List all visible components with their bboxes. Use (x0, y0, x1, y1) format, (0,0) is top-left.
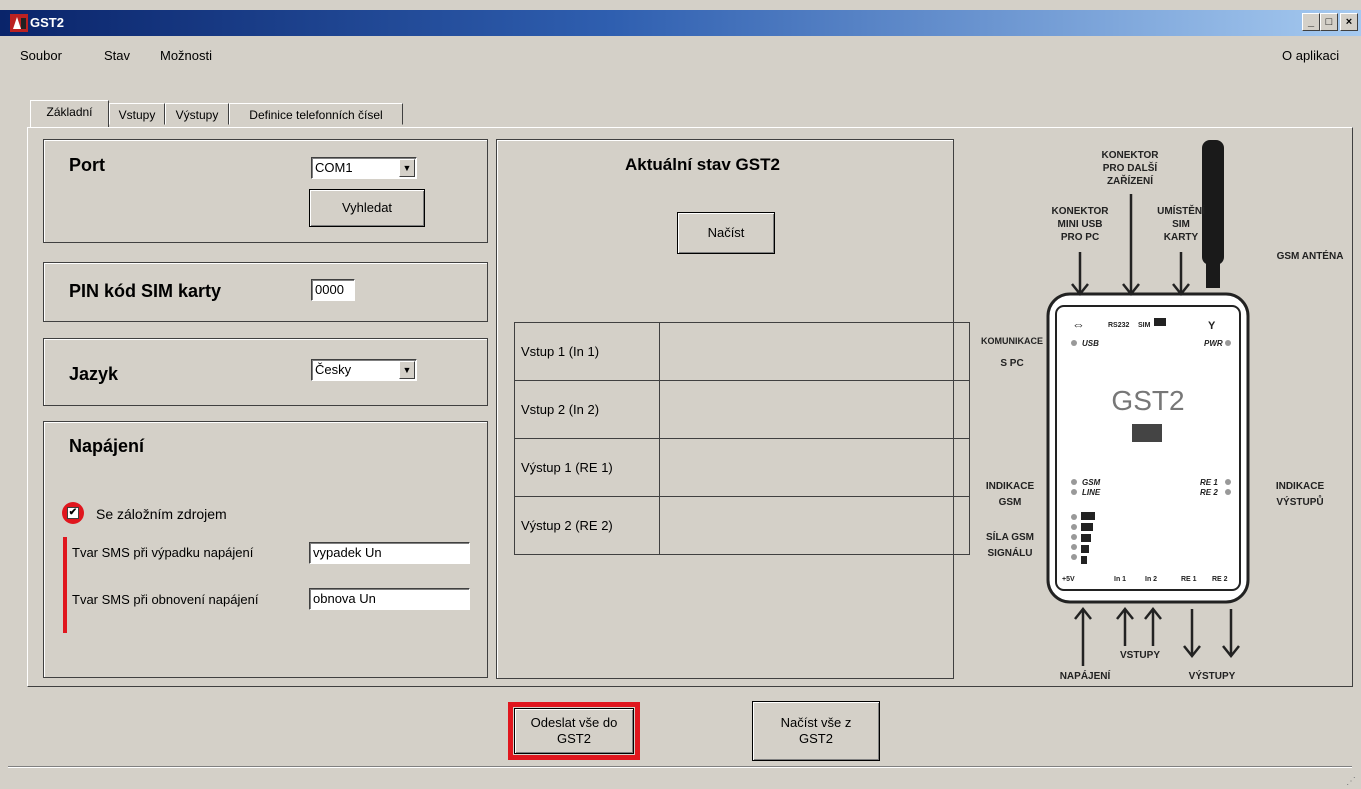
maximize-button[interactable]: □ (1320, 13, 1338, 31)
connector-other-label-1: KONEKTOR (1101, 150, 1159, 161)
pin-in2-label: In 2 (1145, 576, 1157, 583)
menu-stav[interactable]: Stav (104, 48, 130, 63)
pin-title: PIN kód SIM karty (69, 281, 222, 301)
pin-re1-label: RE 1 (1181, 576, 1197, 583)
led-gsm-label: GSM (1082, 478, 1101, 487)
search-port-button[interactable]: Vyhledat (309, 189, 425, 227)
port-title: Port (69, 155, 105, 175)
output-indication-label-1: INDIKACE (1276, 481, 1325, 492)
sms-restore-label: Tvar SMS při obnovení napájení (72, 592, 259, 607)
resize-grip-icon[interactable]: ⋰ (1346, 776, 1356, 787)
status-bar (8, 766, 1352, 787)
sim-location-label-1: UMÍSTĚNÍ (1157, 204, 1205, 217)
sms-outage-label: Tvar SMS při výpadku napájení (72, 545, 254, 560)
language-select-value: Česky (315, 362, 352, 377)
led-usb-label: USB (1082, 339, 1099, 348)
chevron-down-icon[interactable]: ▼ (399, 159, 415, 177)
gsm-antenna-label: GSM ANTÉNA (1277, 249, 1344, 262)
row-label: Vstup 2 (In 2) (514, 380, 660, 439)
power-title: Napájení (69, 436, 145, 456)
close-button[interactable]: × (1340, 13, 1358, 31)
gsm-indication-label-1: INDIKACE (986, 481, 1035, 492)
tab-vstupy[interactable]: Vstupy (109, 103, 165, 125)
outputs-label: VÝSTUPY (1189, 669, 1236, 682)
antenna-base (1206, 258, 1220, 288)
connector-other-label-3: ZAŘÍZENÍ (1107, 174, 1153, 187)
sim-label: SIM (1138, 322, 1151, 329)
sms-outage-input[interactable]: vypadek Un (309, 542, 470, 564)
status-table: Vstup 1 (In 1) Vstup 2 (In 2) Výstup 1 (… (514, 322, 970, 555)
highlight-bar (63, 537, 67, 633)
pin-re2-label: RE 2 (1212, 576, 1228, 583)
device-diagram: ⇔ RS232 SIM Y USB PWR GST2 GSM LINE RE 1… (981, 140, 1344, 682)
brand-logo-icon (1132, 424, 1162, 442)
led-re1-label: RE 1 (1200, 478, 1218, 487)
connector-usb-label-3: PRO PC (1061, 232, 1099, 243)
menu-about[interactable]: O aplikaci (1282, 48, 1339, 63)
sim-location-label-3: KARTY (1164, 232, 1199, 243)
pin-input[interactable]: 0000 (311, 279, 355, 301)
sms-restore-input[interactable]: obnova Un (309, 588, 470, 610)
menu-soubor[interactable]: Soubor (20, 48, 62, 63)
row-label: Výstup 1 (RE 1) (514, 438, 660, 497)
row-label: Výstup 2 (RE 2) (514, 496, 660, 555)
led-line-label: LINE (1082, 488, 1101, 497)
connector-other-label-2: PRO DALŠÍ (1103, 161, 1158, 174)
window-title: GST2 (30, 15, 64, 30)
status-title: Aktuální stav GST2 (625, 155, 780, 174)
row-value (659, 322, 970, 381)
port-select-value: COM1 (315, 160, 353, 175)
pc-comm-label-1: KOMUNIKACE (981, 336, 1043, 346)
backup-checkbox[interactable]: ✔ (67, 507, 79, 519)
chevron-down-icon[interactable]: ▼ (399, 361, 415, 379)
table-row: Vstup 2 (In 2) (514, 380, 970, 439)
language-title: Jazyk (69, 364, 119, 384)
app-logo-icon (10, 14, 28, 32)
rs232-label: RS232 (1108, 322, 1130, 329)
connector-usb-label-1: KONEKTOR (1051, 206, 1109, 217)
signal-strength-label-1: SÍLA GSM (986, 530, 1034, 543)
usb-icon: ⇔ (1072, 317, 1085, 332)
led-pwr-label: PWR (1204, 339, 1223, 348)
menu-moznosti[interactable]: Možnosti (160, 48, 212, 63)
sim-slot-icon (1154, 318, 1166, 326)
load-all-button[interactable]: Načíst vše z GST2 (752, 701, 880, 761)
table-row: Výstup 2 (RE 2) (514, 496, 970, 555)
tab-zakladni[interactable]: Základní (30, 100, 109, 127)
inputs-label: VSTUPY (1120, 650, 1160, 661)
table-row: Vstup 1 (In 1) (514, 322, 970, 381)
row-label: Vstup 1 (In 1) (514, 322, 660, 381)
signal-strength-label-2: SIGNÁLU (988, 546, 1033, 559)
port-select[interactable]: COM1 ▼ (311, 157, 417, 179)
pc-comm-label-2: S PC (1000, 358, 1023, 369)
connector-usb-label-2: MINI USB (1058, 219, 1103, 230)
table-row: Výstup 1 (RE 1) (514, 438, 970, 497)
tab-definice[interactable]: Definice telefonních čísel (229, 103, 403, 125)
send-all-button[interactable]: Odeslat vše do GST2 (514, 708, 634, 754)
backup-label: Se záložním zdrojem (96, 506, 227, 522)
output-indication-label-2: VÝSTUPŮ (1276, 494, 1323, 508)
language-select[interactable]: Česky ▼ (311, 359, 417, 381)
title-bar[interactable]: GST2 _ □ × (0, 10, 1361, 36)
antenna-small-icon: Y (1208, 320, 1216, 332)
power-label: NAPÁJENÍ (1060, 669, 1111, 682)
led-re2-label: RE 2 (1200, 488, 1218, 497)
sim-location-label-2: SIM (1172, 219, 1190, 230)
device-name: GST2 (1111, 385, 1184, 416)
row-value (659, 496, 970, 555)
pin-in1-label: In 1 (1114, 576, 1126, 583)
antenna-icon (1202, 140, 1224, 265)
tab-vystupy[interactable]: Výstupy (165, 103, 229, 125)
row-value (659, 380, 970, 439)
load-status-button[interactable]: Načíst (677, 212, 775, 254)
minimize-button[interactable]: _ (1302, 13, 1320, 31)
row-value (659, 438, 970, 497)
gsm-indication-label-2: GSM (999, 497, 1022, 508)
pin-5v-label: +5V (1062, 576, 1075, 583)
